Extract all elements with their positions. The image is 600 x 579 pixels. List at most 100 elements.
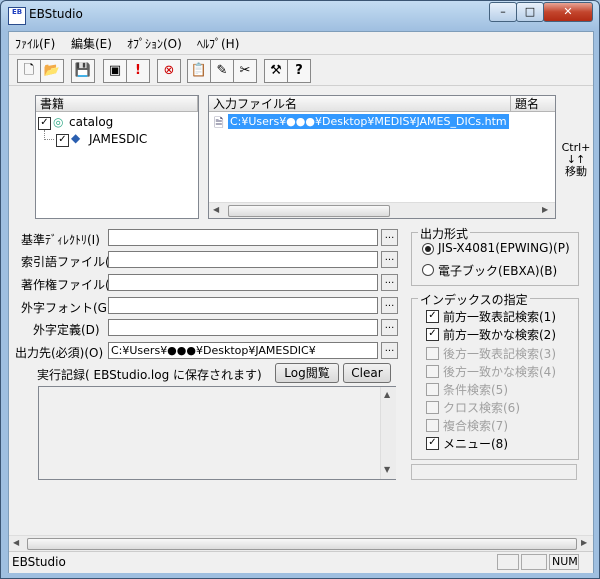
scroll-right-icon[interactable]: ▶ [581, 538, 587, 547]
exclamation-icon[interactable]: ! [126, 59, 150, 83]
status-bar: EBStudio NUM [9, 551, 593, 573]
gaiji-font-browse-button[interactable]: ... [381, 297, 398, 314]
index-8-label[interactable]: メニュー(8) [443, 435, 508, 452]
file-row[interactable]: C:¥Users¥●●●¥Desktop¥MEDIS¥JAMES_DICs.ht… [228, 114, 509, 129]
move-hint-move: 移動 [565, 165, 587, 178]
index-3-checkbox [426, 347, 439, 360]
index-3-label: 後方一致表記検索(3) [443, 347, 556, 361]
scroll-thumb[interactable] [228, 205, 390, 217]
copyright-file-browse-button[interactable]: ... [381, 274, 398, 291]
scroll-up-icon[interactable]: ▲ [384, 390, 390, 399]
index-spec-group: インデックスの指定 ✓ 前方一致表記検索(1) ✓ 前方一致かな検索(2) 後方… [411, 291, 579, 460]
scroll-thumb[interactable] [27, 538, 577, 550]
gaiji-font-label: 外字フォント(G) [21, 301, 112, 315]
index-5-label: 条件検索(5) [443, 383, 508, 397]
tools-icon[interactable]: ⚒ [264, 59, 288, 83]
jamesdic-label[interactable]: JAMESDIC [89, 132, 147, 146]
index-file-browse-button[interactable]: ... [381, 251, 398, 268]
book-header[interactable]: 書籍 [36, 96, 198, 112]
gaiji-def-label: 外字定義(D) [33, 323, 100, 337]
gaiji-def-input[interactable] [108, 319, 378, 336]
book-tree[interactable]: 書籍 ✓ ◎ catalog ✓ ◆ JAMESDIC [35, 95, 199, 219]
help-icon[interactable]: ? [287, 59, 311, 83]
file-icon: 🗎 [214, 116, 224, 130]
base-dir-input[interactable] [108, 229, 378, 246]
log-clear-button[interactable]: Clear [343, 363, 391, 383]
log-vscroll[interactable]: ▲ ▼ [380, 387, 396, 479]
save-icon[interactable]: 💾 [71, 59, 95, 83]
scroll-down-icon[interactable]: ▼ [384, 465, 390, 474]
title-bar[interactable]: EB EBStudio – □ ✕ [1, 1, 599, 29]
paste-icon[interactable]: 📋 [187, 59, 211, 83]
index-8-checkbox[interactable]: ✓ [426, 437, 439, 450]
index-6-label: クロス検索(6) [443, 401, 520, 415]
index-4-label: 後方一致かな検索(4) [443, 365, 556, 379]
gaiji-font-input[interactable] [108, 297, 378, 314]
index-file-input[interactable] [108, 251, 378, 268]
menu-options[interactable]: ｵﾌﾟｼｮﾝ(O) [127, 35, 182, 52]
menu-bar: ﾌｧｲﾙ(F) 編集(E) ｵﾌﾟｼｮﾝ(O) ﾍﾙﾌﾟ(H) [9, 32, 593, 52]
scroll-left-icon[interactable]: ◀ [213, 205, 219, 214]
catalog-icon: ◎ [53, 115, 64, 129]
client-area: ﾌｧｲﾙ(F) 編集(E) ｵﾌﾟｼｮﾝ(O) ﾍﾙﾌﾟ(H) 🗋 📂 💾 ▣ … [8, 31, 594, 573]
catalog-label[interactable]: catalog [69, 115, 113, 129]
scroll-right-icon[interactable]: ▶ [542, 205, 548, 214]
stop-icon[interactable]: ⊗ [157, 59, 181, 83]
output-format-group: 出力形式 JIS-X4081(EPWING)(P) 電子ブック(EBXA)(B) [411, 225, 579, 286]
ebxa-label[interactable]: 電子ブック(EBXA)(B) [438, 262, 557, 279]
index-7-label: 複合検索(7) [443, 419, 508, 433]
catalog-checkbox[interactable]: ✓ [38, 117, 51, 130]
close-button[interactable]: ✕ [543, 2, 593, 22]
toolbar: 🗋 📂 💾 ▣ ! ⊗ 📋 ✎ ✂ ⚒ ? [9, 54, 593, 86]
main-window: EB EBStudio – □ ✕ ﾌｧｲﾙ(F) 編集(E) ｵﾌﾟｼｮﾝ(O… [0, 0, 600, 579]
tree-line [44, 139, 54, 141]
edit-icon[interactable]: ✎ [210, 59, 234, 83]
index-2-label[interactable]: 前方一致かな検索(2) [443, 326, 556, 343]
base-dir-label: 基準ﾃﾞｨﾚｸﾄﾘ(I) [21, 233, 100, 247]
index-6-checkbox [426, 401, 439, 414]
menu-file[interactable]: ﾌｧｲﾙ(F) [15, 35, 55, 52]
num-indicator: NUM [549, 554, 579, 570]
log-view-button[interactable]: Log閲覧 [275, 363, 339, 383]
index-1-checkbox[interactable]: ✓ [426, 310, 439, 323]
menu-edit[interactable]: 編集(E) [71, 35, 112, 52]
copy-icon[interactable]: ▣ [103, 59, 127, 83]
menu-help[interactable]: ﾍﾙﾌﾟ(H) [197, 35, 239, 52]
input-file-list[interactable]: 入力ファイル名 題名 🗎 C:¥Users¥●●●¥Desktop¥MEDIS¥… [208, 95, 556, 219]
status-pane [521, 554, 547, 570]
file-name-header[interactable]: 入力ファイル名 [209, 96, 511, 112]
output-dir-input[interactable]: C:¥Users¥●●●¥Desktop¥JAMESDIC¥ [108, 342, 378, 359]
file-list-hscroll[interactable]: ◀ ▶ [209, 202, 555, 218]
progress-bar [411, 464, 577, 480]
index-4-checkbox [426, 365, 439, 378]
index-5-checkbox [426, 383, 439, 396]
epwing-label[interactable]: JIS-X4081(EPWING)(P) [438, 241, 570, 255]
window-title: EBStudio [29, 7, 83, 21]
log-area[interactable]: ▲ ▼ [38, 386, 396, 480]
main-hscroll[interactable]: ◀ ▶ [9, 535, 593, 551]
maximize-button[interactable]: □ [516, 2, 544, 22]
index-2-checkbox[interactable]: ✓ [426, 328, 439, 341]
open-icon[interactable]: 📂 [40, 59, 64, 83]
gaiji-def-browse-button[interactable]: ... [381, 319, 398, 336]
book-icon: ◆ [71, 131, 81, 145]
app-icon: EB [8, 7, 26, 25]
ebxa-radio[interactable] [422, 264, 434, 276]
index-spec-title: インデックスの指定 [418, 291, 530, 308]
log-label: 実行記録( EBStudio.log に保存されます) [37, 368, 262, 382]
status-text: EBStudio [12, 555, 66, 569]
status-pane [497, 554, 519, 570]
jamesdic-checkbox[interactable]: ✓ [56, 134, 69, 147]
move-hint: Ctrl+ ↓↑ 移動 [561, 142, 591, 178]
scroll-left-icon[interactable]: ◀ [13, 538, 19, 547]
title-header[interactable]: 題名 [511, 96, 555, 112]
output-dir-browse-button[interactable]: ... [381, 342, 398, 359]
base-dir-browse-button[interactable]: ... [381, 229, 398, 246]
output-dir-label: 出力先(必須)(O) [15, 346, 104, 360]
cut-icon[interactable]: ✂ [233, 59, 257, 83]
copyright-file-input[interactable] [108, 274, 378, 291]
minimize-button[interactable]: – [489, 2, 517, 22]
epwing-radio[interactable] [422, 243, 434, 255]
index-1-label[interactable]: 前方一致表記検索(1) [443, 308, 556, 325]
new-icon[interactable]: 🗋 [17, 59, 41, 83]
